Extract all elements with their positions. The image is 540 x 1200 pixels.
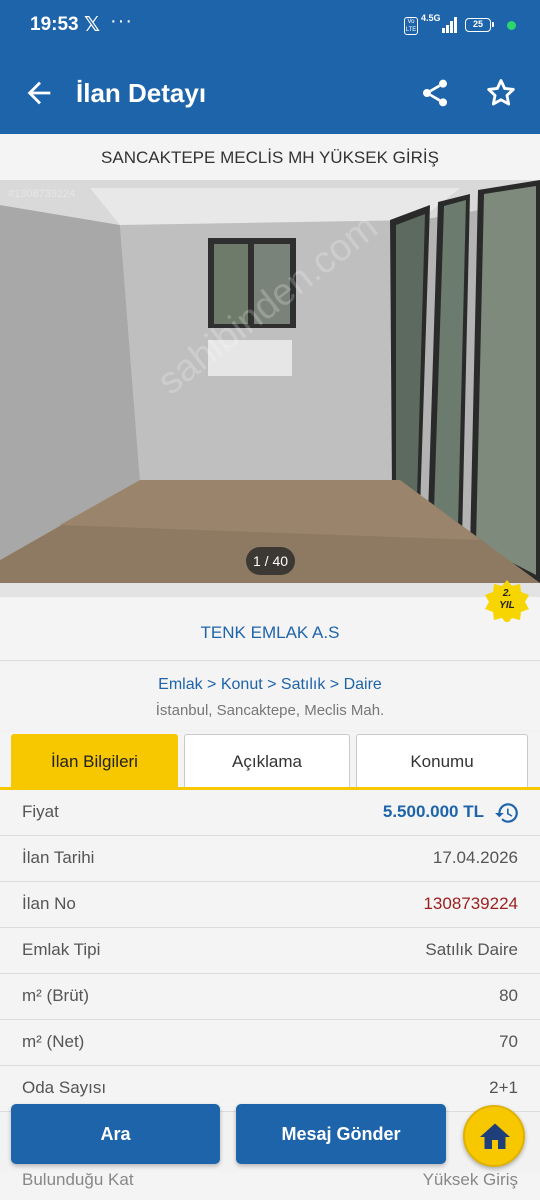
photo-ad-number: #1308739224 [8,188,76,200]
detail-row-price: Fiyat 5.500.000 TL [0,790,540,836]
detail-row-net-area: m² (Net) 70 [0,1020,540,1066]
share-icon[interactable] [419,77,451,109]
detail-key: Emlak Tipi [22,940,101,959]
detail-value: Yüksek Giriş [422,1170,518,1189]
detail-row-property-type: Emlak Tipi Satılık Daire [0,928,540,974]
membership-year-badge: 2. YIL [482,578,532,624]
listing-title: SANCAKTEPE MECLİS MH YÜKSEK GİRİŞ [0,134,540,180]
detail-key: Bulunduğu Kat [22,1170,134,1189]
detail-key: Fiyat [22,802,59,821]
breadcrumb-section: Emlak > Konut > Satılık > Daire İstanbul… [0,662,540,730]
detail-key: İlan Tarihi [22,848,95,867]
detail-value: 70 [499,1032,518,1051]
send-message-button[interactable]: Mesaj Gönder [236,1104,446,1164]
location-text: İstanbul, Sancaktepe, Meclis Mah. [155,702,385,719]
price-history-icon[interactable] [494,800,520,826]
detail-row-date: İlan Tarihi 17.04.2026 [0,836,540,882]
back-arrow-icon[interactable] [22,76,56,110]
volte-icon: Vo LTE [404,17,418,35]
seller-name[interactable]: TENK EMLAK A.S [0,623,540,643]
tab-ilan-bilgileri[interactable]: İlan Bilgileri [11,734,178,787]
detail-row-floor: Bulunduğu Kat Yüksek Giriş [0,1170,540,1200]
ad-number-value[interactable]: 1308739224 [423,894,518,914]
battery-icon: 25 [465,18,494,32]
status-bar: 19:53 𝕏 ··· Vo LTE 4.5G 25 [0,0,540,52]
detail-value: 2+1 [489,1078,518,1097]
tab-konumu[interactable]: Konumu [356,734,528,787]
listing-detail-screen: 19:53 𝕏 ··· Vo LTE 4.5G 25 İlan Detayı S… [0,0,540,1200]
detail-key: m² (Net) [22,1032,85,1051]
detail-value: 17.04.2026 [432,848,518,867]
breadcrumb[interactable]: Emlak > Konut > Satılık > Daire [0,676,540,694]
detail-key: m² (Brüt) [22,986,90,1005]
room-photo [0,180,540,583]
home-button[interactable] [463,1105,525,1167]
badge-line1: 2. [502,588,512,599]
tab-aciklama[interactable]: Açıklama [184,734,350,787]
detail-row-ad-number: İlan No 1308739224 [0,882,540,928]
network-type: 4.5G [421,13,441,23]
detail-tabs: İlan Bilgileri Açıklama Konumu [0,732,540,790]
more-notifications-icon: ··· [110,10,133,32]
detail-list: Fiyat 5.500.000 TL İlan Tarihi 17.04.202… [0,790,540,1112]
detail-value: 80 [499,986,518,1005]
x-app-icon: 𝕏 [84,14,101,36]
detail-key: Oda Sayısı [22,1078,107,1097]
photo-counter: 1 / 40 [246,547,295,575]
detail-value: Satılık Daire [425,940,518,959]
favorite-star-icon[interactable] [484,76,518,110]
status-time: 19:53 [30,14,79,35]
page-title: İlan Detayı [76,78,207,108]
signal-icon [442,17,458,33]
app-bar: İlan Detayı [0,52,540,134]
seller-band [0,583,540,597]
badge-line2: YIL [499,600,515,611]
privacy-indicator-dot [507,21,516,30]
seller-section[interactable]: TENK EMLAK A.S [0,597,540,661]
price-value: 5.500.000 TL [382,802,484,821]
listing-photo-gallery[interactable]: #1308739224 sahibinden.com 1 / 40 [0,180,540,583]
detail-key: İlan No [22,894,76,913]
call-button[interactable]: Ara [11,1104,220,1164]
home-icon [480,1123,510,1149]
detail-row-gross-area: m² (Brüt) 80 [0,974,540,1020]
